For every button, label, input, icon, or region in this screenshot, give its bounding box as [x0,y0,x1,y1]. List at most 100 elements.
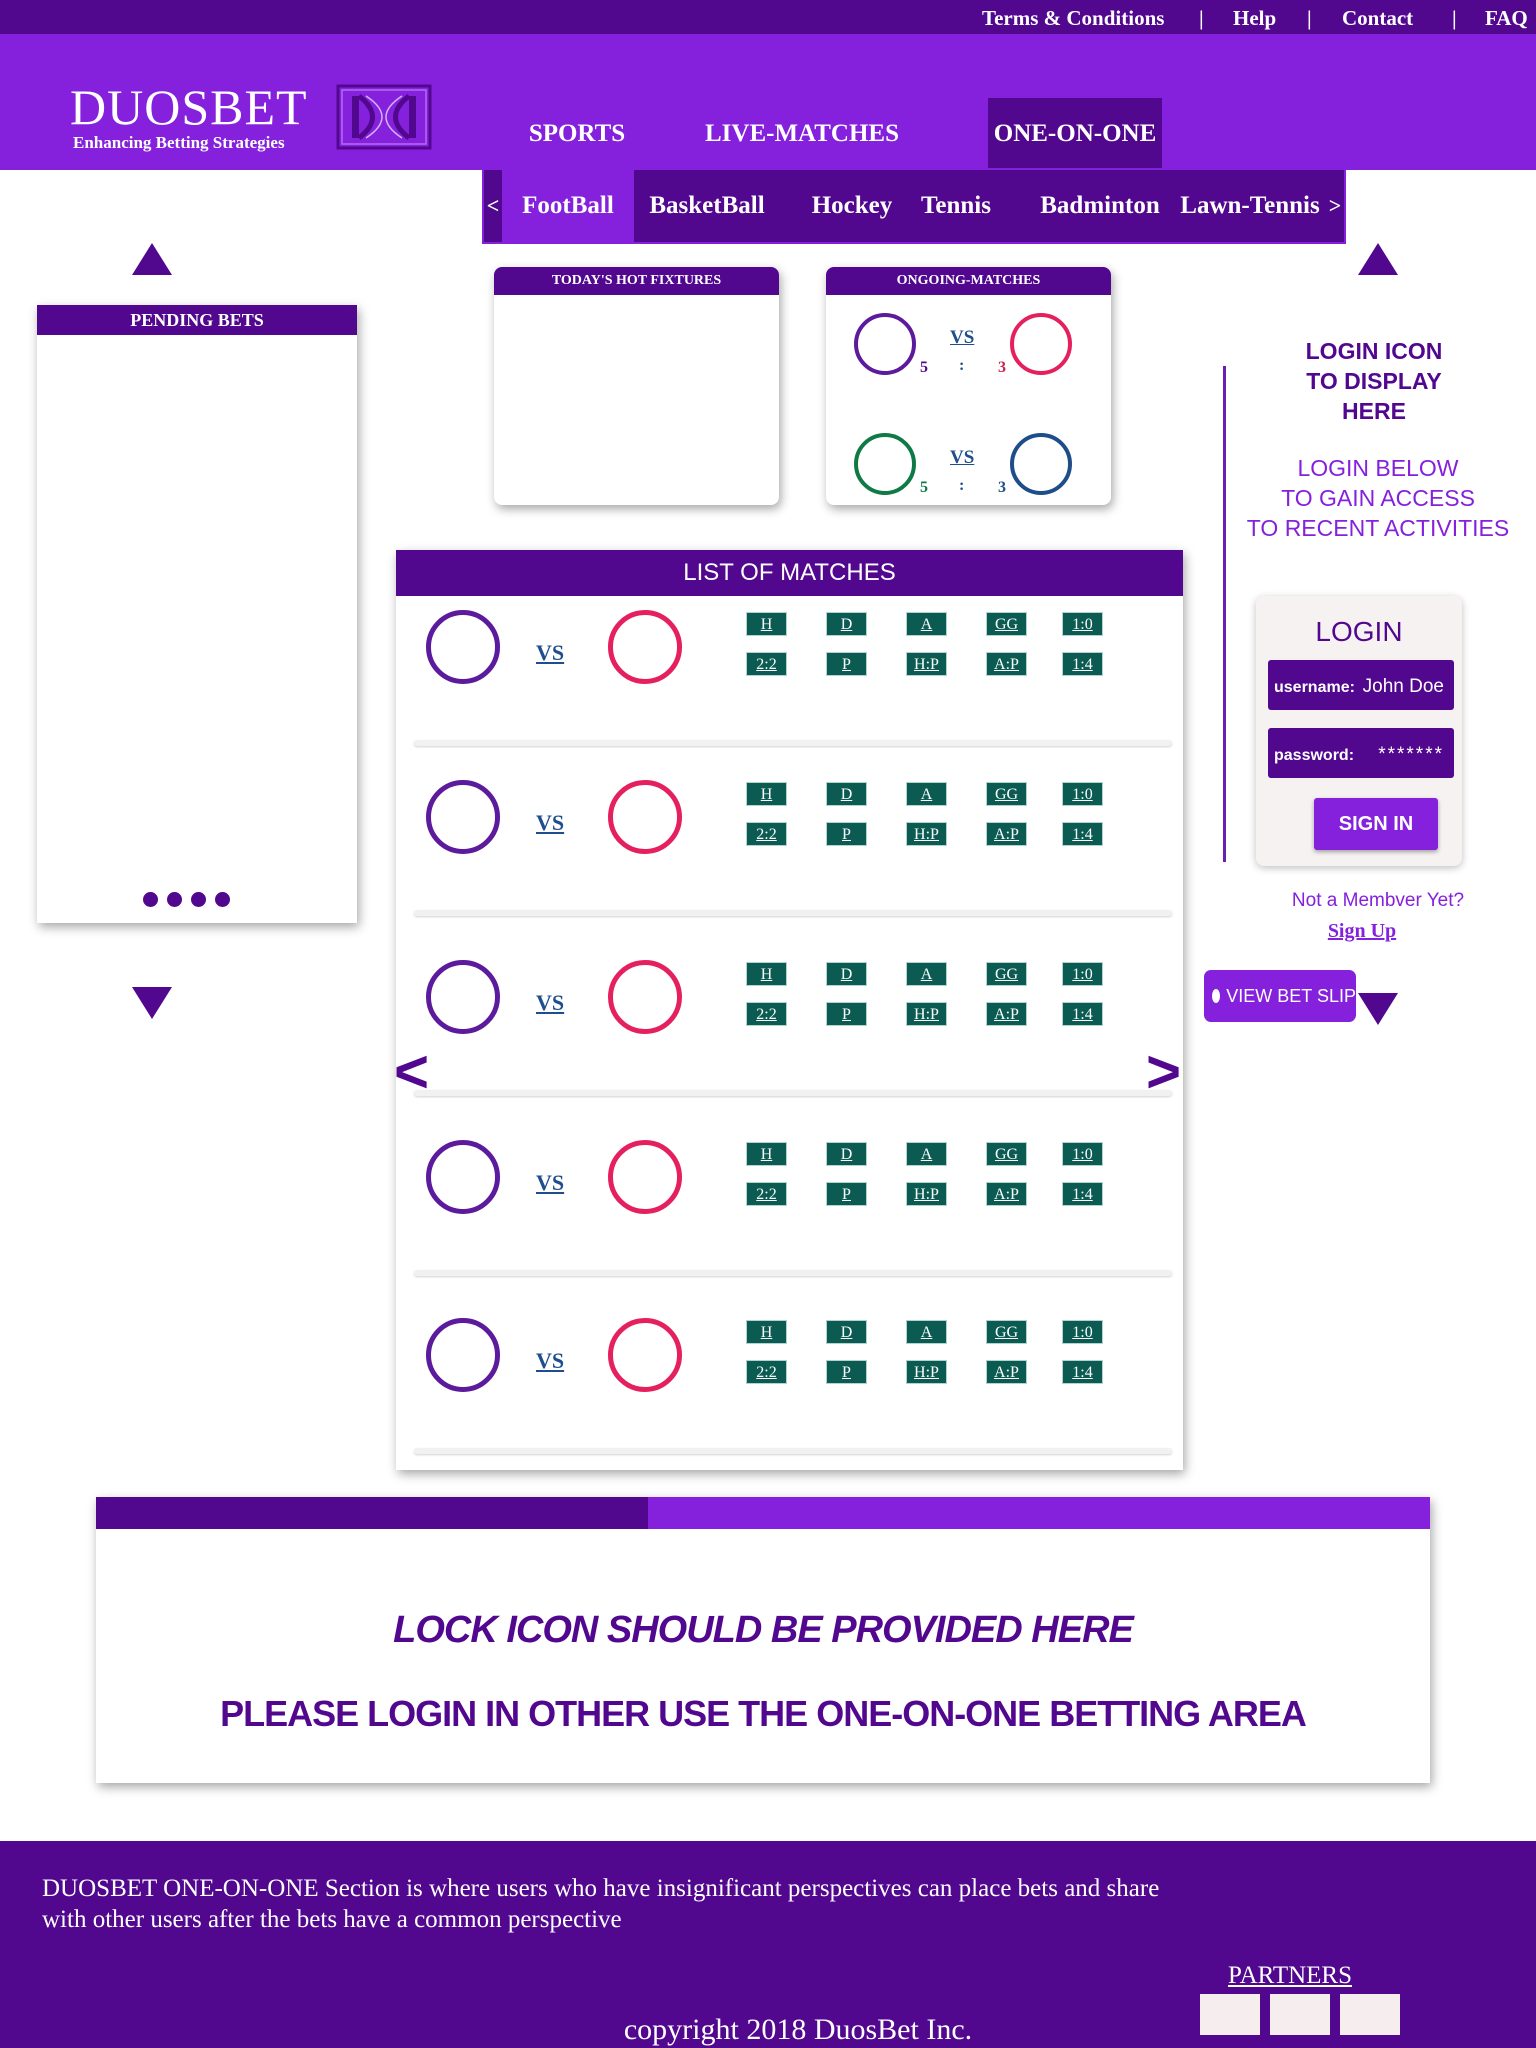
team-badge-home[interactable] [426,1318,500,1392]
match-row[interactable]: VS H 2:2 D P A H:P GG A:P 1:0 1:4 [396,766,1183,946]
team-badge-home[interactable] [426,960,500,1034]
odds-button[interactable]: H [746,782,787,806]
odds-button[interactable]: P [826,652,867,676]
team-badge-away[interactable] [608,960,682,1034]
nav-tab-one-on-one[interactable]: ONE-ON-ONE [988,98,1162,170]
odds-button[interactable]: 1:4 [1062,1182,1103,1206]
odds-button[interactable]: H:P [906,822,947,846]
sport-tab-tennis[interactable]: Tennis [908,170,1004,242]
sport-tab-hockey[interactable]: Hockey [800,170,904,242]
odds-button[interactable]: A [906,1142,947,1166]
team-badge-away[interactable] [608,1140,682,1214]
odds-button[interactable]: 1:0 [1062,782,1103,806]
bet-slip-dropdown-icon[interactable] [1358,993,1398,1025]
odds-button[interactable]: A [906,612,947,636]
team-badge-away[interactable] [608,610,682,684]
odds-button[interactable]: H:P [906,1002,947,1026]
odds-button[interactable]: D [826,1142,867,1166]
odds-button[interactable]: H [746,1320,787,1344]
odds-button[interactable]: D [826,1320,867,1344]
nav-tab-live-matches[interactable]: LIVE-MATCHES [700,98,904,170]
odds-button[interactable]: A [906,782,947,806]
odds-button[interactable]: 1:4 [1062,822,1103,846]
team-badge-away[interactable] [1010,313,1072,375]
odds-button[interactable]: 1:0 [1062,612,1103,636]
odds-button[interactable]: 1:4 [1062,1002,1103,1026]
odds-button[interactable]: P [826,1360,867,1384]
odds-button[interactable]: A:P [986,652,1027,676]
odds-button[interactable]: 2:2 [746,822,787,846]
faq-link[interactable]: FAQ [1485,6,1528,31]
odds-button[interactable]: P [826,1002,867,1026]
sport-tab-basketball[interactable]: BasketBall [634,170,780,242]
odds-button[interactable]: 1:4 [1062,652,1103,676]
sport-tab-football[interactable]: FootBall [502,170,634,242]
match-row[interactable]: VS H 2:2 D P A H:P GG A:P 1:0 1:4 [396,1304,1183,1484]
team-badge-home[interactable] [426,780,500,854]
odds-button[interactable]: 2:2 [746,652,787,676]
pager-dot[interactable] [167,892,182,907]
sports-next-arrow[interactable]: > [1326,170,1344,242]
team-badge-home[interactable] [426,610,500,684]
matches-prev-icon[interactable]: < [394,1042,429,1102]
odds-button[interactable]: D [826,782,867,806]
sign-up-link[interactable]: Sign Up [1300,920,1424,943]
pending-scroll-down-icon[interactable] [132,987,172,1019]
odds-button[interactable]: H [746,962,787,986]
partner-logo[interactable] [1200,1994,1260,2035]
odds-button[interactable]: A [906,962,947,986]
odds-button[interactable]: H [746,1142,787,1166]
sport-tab-lawn-tennis[interactable]: Lawn-Tennis [1166,170,1334,242]
contact-link[interactable]: Contact [1342,6,1413,31]
terms-link[interactable]: Terms & Conditions [982,6,1164,31]
odds-button[interactable]: GG [986,782,1027,806]
odds-button[interactable]: H:P [906,1360,947,1384]
odds-button[interactable]: H:P [906,1182,947,1206]
odds-button[interactable]: P [826,1182,867,1206]
odds-button[interactable]: A:P [986,1002,1027,1026]
odds-button[interactable]: 1:0 [1062,962,1103,986]
odds-button[interactable]: A:P [986,1182,1027,1206]
pending-scroll-up-icon[interactable] [132,243,172,275]
nav-tab-sports[interactable]: SPORTS [512,98,642,170]
odds-button[interactable]: GG [986,612,1027,636]
odds-button[interactable]: GG [986,1142,1027,1166]
match-row[interactable]: VS H 2:2 D P A H:P GG A:P 1:0 1:4 [396,1126,1183,1306]
partner-logo[interactable] [1340,1994,1400,2035]
odds-button[interactable]: A:P [986,1360,1027,1384]
odds-button[interactable]: P [826,822,867,846]
odds-button[interactable]: 2:2 [746,1360,787,1384]
view-bet-slip-button[interactable]: VIEW BET SLIP [1204,970,1356,1022]
odds-button[interactable]: 2:2 [746,1182,787,1206]
sports-prev-arrow[interactable]: < [484,170,502,242]
pager-dot[interactable] [215,892,230,907]
team-badge-home[interactable] [426,1140,500,1214]
team-badge-home[interactable] [854,433,916,495]
match-row[interactable]: VS H 2:2 D P A H:P GG A:P 1:0 1:4 [396,946,1183,1126]
odds-button[interactable]: H:P [906,652,947,676]
scroll-up-icon[interactable] [1358,243,1398,275]
partners-heading[interactable]: PARTNERS [1228,1962,1352,1990]
team-badge-away[interactable] [608,780,682,854]
odds-button[interactable]: GG [986,1320,1027,1344]
partner-logo[interactable] [1270,1994,1330,2035]
matches-next-icon[interactable]: > [1146,1042,1181,1102]
password-field[interactable]: password: ******* [1268,728,1454,778]
odds-button[interactable]: 1:0 [1062,1142,1103,1166]
match-row[interactable]: VS H 2:2 D P A H:P GG A:P 1:0 1:4 [396,596,1183,776]
odds-button[interactable]: H [746,612,787,636]
team-badge-away[interactable] [1010,433,1072,495]
odds-button[interactable]: 2:2 [746,1002,787,1026]
help-link[interactable]: Help [1233,6,1276,31]
odds-button[interactable]: D [826,612,867,636]
pager-dot[interactable] [191,892,206,907]
odds-button[interactable]: 1:0 [1062,1320,1103,1344]
odds-button[interactable]: D [826,962,867,986]
sign-in-button[interactable]: SIGN IN [1314,798,1438,850]
odds-button[interactable]: A [906,1320,947,1344]
team-badge-away[interactable] [608,1318,682,1392]
odds-button[interactable]: GG [986,962,1027,986]
brand-logo-text[interactable]: DUOSBET [70,82,308,132]
odds-button[interactable]: 1:4 [1062,1360,1103,1384]
odds-button[interactable]: A:P [986,822,1027,846]
